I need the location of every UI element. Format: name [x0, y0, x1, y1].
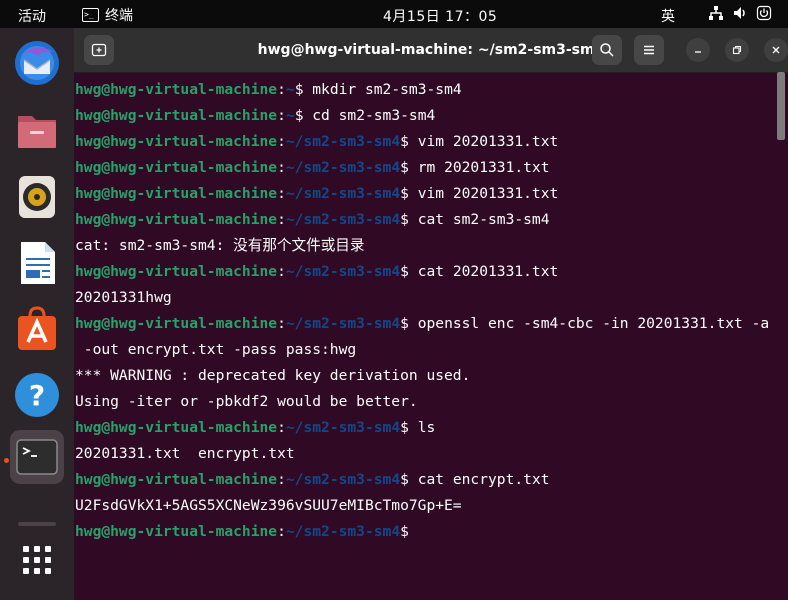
- terminal-window: hwg@hwg-virtual-machine: ~/sm2-sm3-sm4 h…: [74, 28, 788, 600]
- dock-app-center[interactable]: [10, 302, 64, 356]
- terminal-output-line: Using -iter or -pbkdf2 would be better.: [75, 393, 418, 410]
- prompt-user: hwg@hwg-virtual-machine: [75, 471, 278, 488]
- prompt-path: ~: [285, 81, 295, 98]
- terminal-prompt-line: hwg@hwg-virtual-machine:~$ mkdir sm2-sm3…: [75, 81, 462, 98]
- header-bar[interactable]: hwg@hwg-virtual-machine: ~/sm2-sm3-sm4: [74, 28, 788, 73]
- dock-libreoffice-writer[interactable]: [10, 236, 64, 290]
- search-button[interactable]: [592, 35, 622, 65]
- command-text: vim 20201331.txt: [408, 185, 559, 202]
- terminal-app-icon: >_: [82, 8, 99, 22]
- command-text: openssl enc -sm4-cbc -in 20201331.txt -a: [408, 315, 770, 332]
- terminal-output[interactable]: hwg@hwg-virtual-machine:~$ mkdir sm2-sm3…: [75, 77, 787, 597]
- terminal-prompt-line: hwg@hwg-virtual-machine:~/sm2-sm3-sm4$ v…: [75, 185, 559, 202]
- prompt-user: hwg@hwg-virtual-machine: [75, 211, 278, 228]
- terminal-scrollbar[interactable]: [777, 72, 785, 140]
- files-icon: [18, 116, 56, 148]
- app-menu[interactable]: >_ 终端: [82, 5, 133, 25]
- prompt-path: ~/sm2-sm3-sm4: [285, 471, 401, 488]
- input-method-indicator[interactable]: 英: [661, 6, 675, 26]
- power-icon: [756, 5, 772, 21]
- terminal-prompt-line: hwg@hwg-virtual-machine:~/sm2-sm3-sm4$ l…: [75, 419, 436, 436]
- activities-button[interactable]: 活动: [18, 6, 46, 26]
- prompt-path: ~/sm2-sm3-sm4: [285, 185, 401, 202]
- rhythmbox-icon: [19, 176, 55, 218]
- close-button[interactable]: [764, 38, 788, 62]
- command-text: cd sm2-sm3-sm4: [303, 107, 436, 124]
- prompt-user: hwg@hwg-virtual-machine: [75, 523, 278, 540]
- command-text: mkdir sm2-sm3-sm4: [303, 81, 462, 98]
- prompt-path: ~/sm2-sm3-sm4: [285, 133, 401, 150]
- prompt-path: ~/sm2-sm3-sm4: [285, 523, 401, 540]
- prompt-path: ~/sm2-sm3-sm4: [285, 263, 401, 280]
- dock-terminal[interactable]: [10, 430, 64, 484]
- prompt-path: ~/sm2-sm3-sm4: [285, 211, 401, 228]
- minimize-button[interactable]: [686, 38, 710, 62]
- dock-rhythmbox[interactable]: [10, 170, 64, 224]
- command-text: vim 20201331.txt: [408, 133, 559, 150]
- terminal-prompt-line: hwg@hwg-virtual-machine:~/sm2-sm3-sm4$ c…: [75, 471, 550, 488]
- dock-separator: [18, 522, 56, 526]
- help-icon: ?: [15, 373, 59, 417]
- terminal-output-line: *** WARNING : deprecated key derivation …: [75, 367, 471, 384]
- clock[interactable]: 4月15日 17：05: [383, 6, 497, 26]
- close-icon: [772, 46, 780, 54]
- terminal-prompt-line: hwg@hwg-virtual-machine:~/sm2-sm3-sm4$ c…: [75, 263, 559, 280]
- terminal-prompt-line: hwg@hwg-virtual-machine:~/sm2-sm3-sm4$ v…: [75, 133, 559, 150]
- svg-text:?: ?: [29, 379, 45, 412]
- restore-icon: [732, 45, 742, 55]
- terminal-output-line: -out encrypt.txt -pass pass:hwg: [75, 341, 357, 358]
- terminal-prompt-line: hwg@hwg-virtual-machine:~$ cd sm2-sm3-sm…: [75, 107, 436, 124]
- prompt-user: hwg@hwg-virtual-machine: [75, 81, 278, 98]
- command-text: cat encrypt.txt: [408, 471, 550, 488]
- terminal-icon: [16, 439, 58, 475]
- minimize-icon: [695, 51, 701, 53]
- app-center-icon: [18, 306, 56, 350]
- terminal-prompt-line: hwg@hwg-virtual-machine:~/sm2-sm3-sm4$: [75, 523, 409, 540]
- prompt-path: ~: [285, 107, 295, 124]
- command-text: cat 20201331.txt: [408, 263, 559, 280]
- terminal-prompt-line: hwg@hwg-virtual-machine:~/sm2-sm3-sm4$ r…: [75, 159, 550, 176]
- running-indicator: [4, 458, 9, 463]
- top-bar: 活动 >_ 终端 4月15日 17：05 英: [0, 0, 788, 28]
- prompt-user: hwg@hwg-virtual-machine: [75, 159, 278, 176]
- prompt-user: hwg@hwg-virtual-machine: [75, 107, 278, 124]
- window-title: hwg@hwg-virtual-machine: ~/sm2-sm3-sm4: [257, 42, 605, 58]
- dock: ?: [0, 28, 74, 600]
- prompt-user: hwg@hwg-virtual-machine: [75, 133, 278, 150]
- terminal-output-line: cat: sm2-sm3-sm4: 没有那个文件或目录: [75, 237, 365, 254]
- prompt-path: ~/sm2-sm3-sm4: [285, 419, 401, 436]
- terminal-output-line: 20201331.txt encrypt.txt: [75, 445, 295, 462]
- prompt-user: hwg@hwg-virtual-machine: [75, 263, 278, 280]
- prompt-user: hwg@hwg-virtual-machine: [75, 419, 278, 436]
- search-icon: [600, 43, 614, 57]
- terminal-output-line: U2FsdGVkX1+5AGS5XCNeWz396vSUU7eMIBcTmo7G…: [75, 497, 462, 514]
- network-icon: [709, 6, 723, 20]
- thunderbird-icon: [15, 41, 59, 85]
- terminal-prompt-line: hwg@hwg-virtual-machine:~/sm2-sm3-sm4$ c…: [75, 211, 550, 228]
- prompt-user: hwg@hwg-virtual-machine: [75, 185, 278, 202]
- show-apps-button[interactable]: [10, 533, 64, 587]
- hamburger-menu-icon: [644, 45, 654, 55]
- dock-thunderbird[interactable]: [10, 36, 64, 90]
- maximize-button[interactable]: [725, 38, 749, 62]
- show-apps-icon: [23, 546, 51, 574]
- menu-button[interactable]: [634, 35, 664, 65]
- prompt-path: ~/sm2-sm3-sm4: [285, 315, 401, 332]
- prompt-path: ~/sm2-sm3-sm4: [285, 159, 401, 176]
- command-text: cat sm2-sm3-sm4: [408, 211, 550, 228]
- app-name: 终端: [105, 8, 133, 24]
- terminal-prompt-line: hwg@hwg-virtual-machine:~/sm2-sm3-sm4$ o…: [75, 315, 770, 332]
- terminal-output-line: 20201331hwg: [75, 289, 172, 306]
- command-text: rm 20201331.txt: [408, 159, 550, 176]
- dock-files[interactable]: [10, 104, 64, 158]
- libreoffice-writer-icon: [21, 242, 55, 284]
- volume-icon: [734, 7, 745, 19]
- system-tray[interactable]: [708, 5, 772, 21]
- prompt-user: hwg@hwg-virtual-machine: [75, 315, 278, 332]
- dock-help[interactable]: ?: [10, 368, 64, 422]
- command-text: ls: [408, 419, 436, 436]
